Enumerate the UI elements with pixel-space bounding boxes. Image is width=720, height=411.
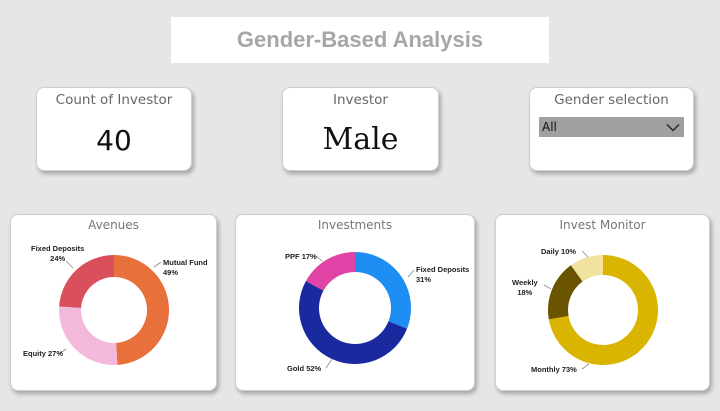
investments-label-gold: Gold 52% [287, 364, 322, 373]
report-title: Gender-Based Analysis [236, 27, 484, 52]
gender-selection-card: Gender selection All [529, 87, 694, 171]
report-title-banner: Gender-Based Analysis [171, 17, 549, 63]
leader-line [581, 250, 589, 258]
invest-monitor-label-weekly: Weekly 18% [512, 278, 538, 297]
invest-monitor-donut-chart [543, 250, 658, 370]
leader-line [407, 269, 415, 278]
avenues-donut-chart [58, 255, 169, 365]
gender-selection-dropdown[interactable]: All [539, 117, 684, 137]
invest-monitor-label-monthly: Monthly 73% [531, 365, 577, 374]
count-of-investor-card: Count of Investor 40 [36, 87, 192, 171]
invest-monitor-chart-card: Invest Monitor Monthly 73% Weekly 18% Dai… [495, 214, 710, 391]
avenues-chart-card: Avenues Mutual Fund 49% Equity 27% Fixed … [10, 214, 217, 391]
gender-selection-title: Gender selection [554, 92, 669, 108]
investments-chart-card: Investments Fixed Deposits 31% Gold 52% P… [235, 214, 475, 391]
leader-line [581, 363, 590, 370]
investor-card: Investor Male [282, 87, 439, 171]
investor-value: Male [322, 122, 399, 157]
count-of-investor-title: Count of Investor [55, 92, 173, 108]
investor-title: Investor [333, 92, 388, 108]
leader-line [153, 261, 162, 268]
leader-line [325, 358, 333, 369]
avenues-label-fixed-deposits: Fixed Deposits 24% [31, 244, 85, 263]
gender-selection-value: All [542, 120, 557, 134]
leader-line [543, 284, 552, 290]
chevron-down-icon [666, 123, 680, 131]
invest-monitor-label-daily: Daily 10% [541, 247, 577, 256]
investments-slice-fixed-deposits[interactable] [355, 252, 411, 329]
avenues-slice-mutual-fund[interactable] [114, 255, 169, 365]
count-of-investor-value: 40 [96, 124, 132, 157]
avenues-label-mutual-fund: Mutual Fund 49% [163, 258, 208, 277]
investments-label-ppf: PPF 17% [285, 252, 317, 261]
investments-label-fixed-deposits: Fixed Deposits 31% [416, 265, 470, 284]
investments-donut-chart [299, 252, 415, 369]
avenues-label-equity: Equity 27% [23, 349, 64, 358]
avenues-slice-equity[interactable] [59, 306, 118, 365]
